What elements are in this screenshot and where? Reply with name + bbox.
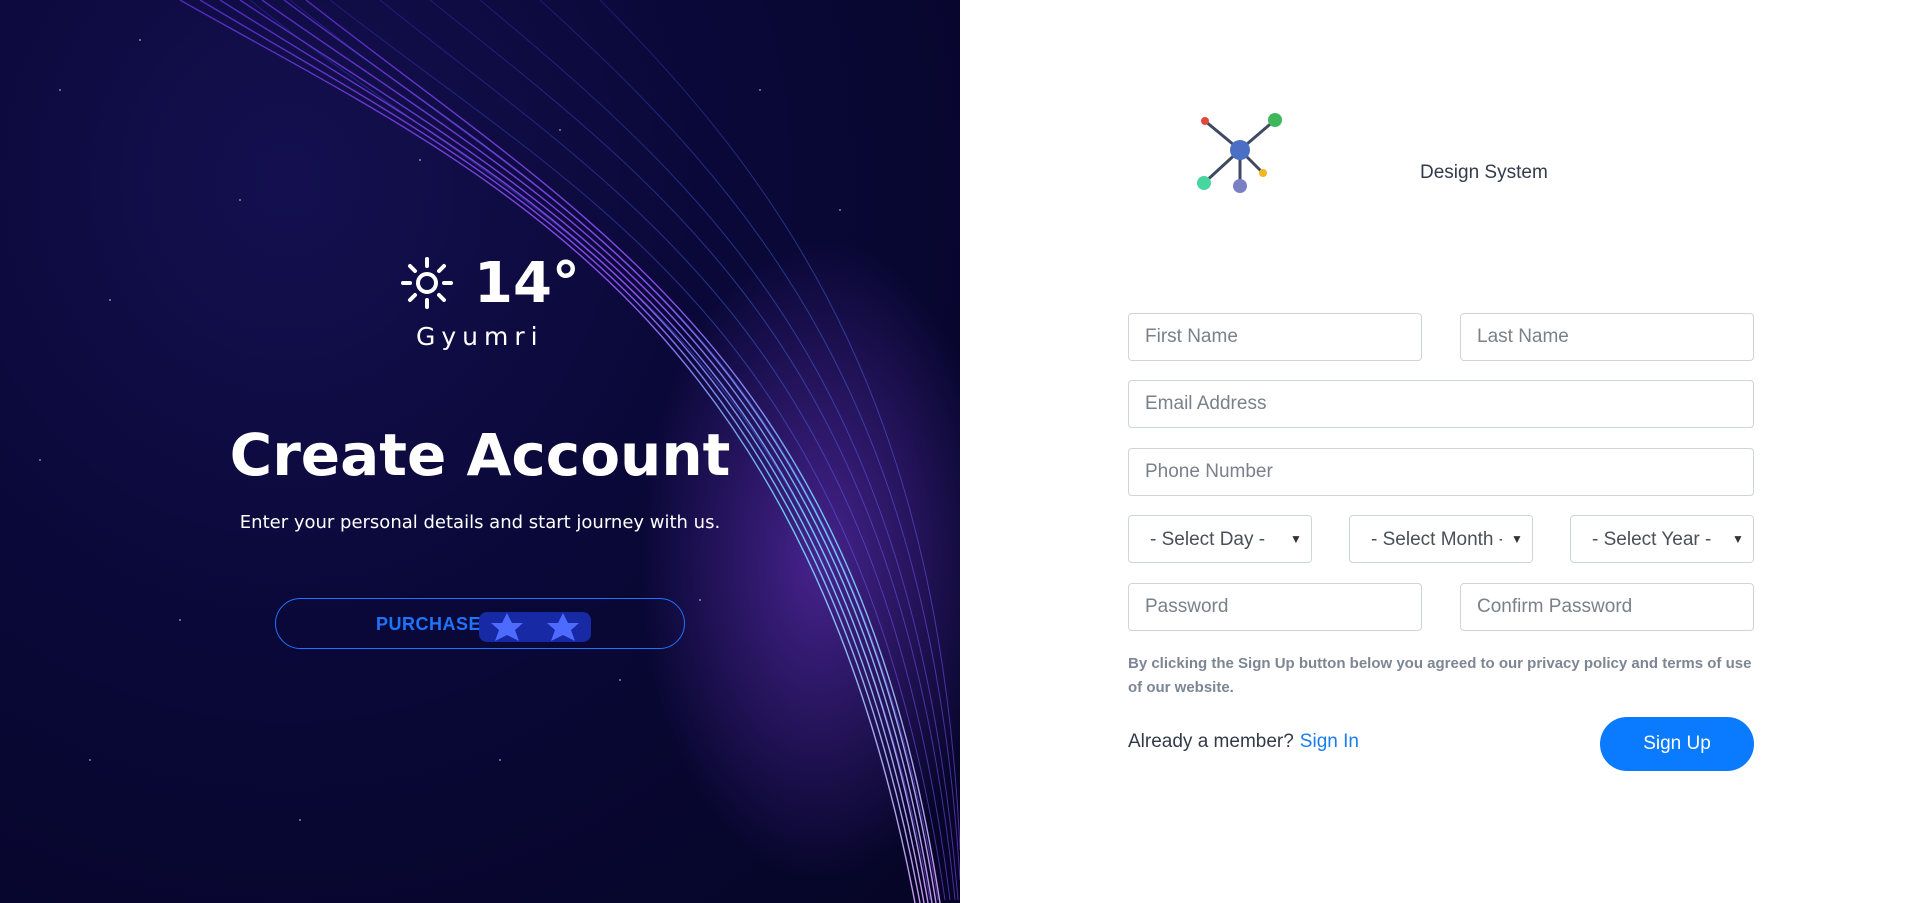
city-name: Gyumri: [416, 322, 544, 351]
page-title: Create Account: [229, 421, 731, 489]
sun-icon: [401, 257, 453, 309]
star-badge-icon: [479, 612, 591, 642]
chevron-down-icon: ▼: [1281, 516, 1311, 562]
terms-notice: By clicking the Sign Up button below you…: [1128, 655, 1752, 696]
chevron-down-icon: ▼: [1723, 516, 1753, 562]
network-logo-icon: [1197, 113, 1282, 193]
signin-prompt: Already a member? Sign In: [1128, 731, 1359, 753]
hero-panel: 14° Gyumri Create Account Enter your per…: [0, 0, 960, 903]
chevron-down-icon: ▼: [1502, 516, 1532, 562]
temperature: 14°: [474, 251, 580, 316]
password-field[interactable]: [1128, 583, 1422, 631]
day-select[interactable]: - Select Day - ▼: [1128, 515, 1312, 563]
brand-name: Design System: [1420, 162, 1548, 183]
day-select-value: - Select Day -: [1150, 529, 1266, 550]
purchase-label: PURCHASE: [376, 614, 482, 634]
phone-field[interactable]: [1128, 448, 1754, 496]
year-select-value: - Select Year -: [1592, 529, 1712, 550]
signin-link[interactable]: Sign In: [1300, 731, 1359, 752]
weather-widget: 14° Gyumri: [400, 252, 580, 356]
month-select[interactable]: - Select Month - ▼: [1349, 515, 1533, 563]
last-name-field[interactable]: [1460, 313, 1754, 361]
year-select[interactable]: - Select Year - ▼: [1570, 515, 1754, 563]
confirm-password-field[interactable]: [1460, 583, 1754, 631]
month-select-value: - Select Month -: [1371, 529, 1506, 550]
member-text: Already a member?: [1128, 731, 1294, 752]
signup-panel: Design System - Select Day - ▼ - Select …: [960, 0, 1920, 903]
email-field[interactable]: [1128, 380, 1754, 428]
page-subtitle: Enter your personal details and start jo…: [239, 512, 721, 533]
signup-button[interactable]: Sign Up: [1600, 717, 1754, 771]
purchase-button[interactable]: PURCHASE: [275, 598, 685, 649]
first-name-field[interactable]: [1128, 313, 1422, 361]
